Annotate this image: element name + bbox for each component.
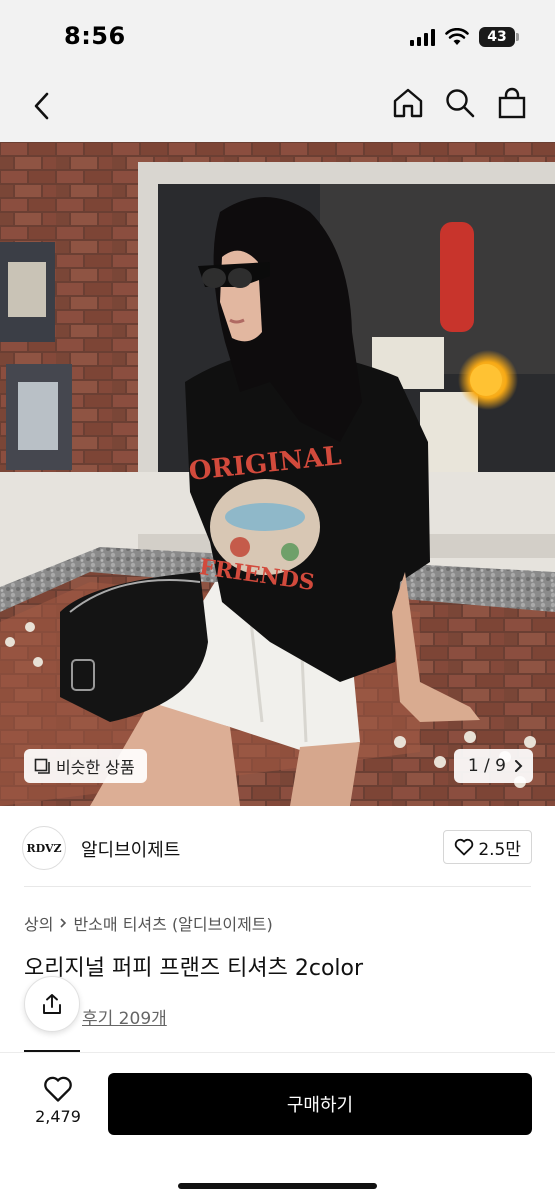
status-time: 8:56 (64, 22, 126, 50)
shopping-bag-icon (498, 87, 526, 119)
wishlist-count: 2,479 (35, 1107, 81, 1126)
battery-level: 43 (487, 29, 507, 45)
search-icon (446, 89, 475, 118)
cellular-signal-icon (410, 28, 435, 46)
heart-icon (44, 1076, 72, 1102)
product-photo: ORIGINAL FRIENDS (0, 142, 555, 806)
heart-icon (455, 838, 474, 856)
home-icon (393, 88, 423, 118)
battery-icon: 43 (479, 27, 519, 47)
breadcrumb-item-category[interactable]: 상의 (24, 911, 53, 935)
search-button[interactable] (443, 84, 477, 122)
buy-button[interactable]: 구매하기 (108, 1073, 532, 1135)
product-title: 오리지널 퍼피 프랜즈 티셔츠 2color (24, 956, 364, 981)
status-bar: 8:56 43 (0, 0, 555, 70)
gallery-page-indicator[interactable]: 1 / 9 (453, 749, 533, 783)
share-icon (43, 994, 61, 1014)
purchase-bar: 2,479 구매하기 (0, 1052, 555, 1200)
chevron-right-icon (60, 918, 67, 928)
brand-like-count: 2.5만 (478, 839, 521, 860)
chevron-right-icon (515, 760, 523, 772)
back-button[interactable] (24, 88, 60, 124)
product-image-gallery[interactable]: ORIGINAL FRIENDS 비슷한 상품 1 / 9 (0, 142, 555, 806)
breadcrumb: 상의 반소매 티셔츠 (알디브이제트) (24, 911, 273, 935)
home-indicator (178, 1183, 377, 1189)
page-indicator-label: 1 / 9 (467, 756, 506, 776)
home-button[interactable] (391, 84, 425, 122)
brand-name[interactable]: 알디브이제트 (81, 836, 180, 862)
brand-logo[interactable]: RDVZ (22, 826, 66, 870)
similar-products-label: 비슷한 상품 (56, 758, 135, 777)
chevron-left-icon (34, 92, 49, 120)
breadcrumb-item-subcategory[interactable]: 반소매 티셔츠 (알디브이제트) (73, 911, 272, 935)
nav-actions (391, 84, 529, 122)
wifi-icon (445, 28, 469, 45)
divider (24, 886, 531, 887)
similar-items-icon (34, 758, 50, 774)
wishlist-button[interactable]: 2,479 (24, 1075, 92, 1135)
share-button[interactable] (24, 976, 80, 1032)
review-link[interactable]: 후기 209개 (82, 1004, 167, 1029)
brand-row[interactable]: RDVZ 알디브이제트 2.5만 (0, 806, 555, 886)
similar-products-button[interactable]: 비슷한 상품 (24, 749, 147, 783)
status-icons: 43 (410, 26, 519, 48)
brand-like-button[interactable]: 2.5만 (443, 830, 532, 864)
nav-bar (0, 70, 555, 142)
cart-button[interactable] (495, 84, 529, 122)
